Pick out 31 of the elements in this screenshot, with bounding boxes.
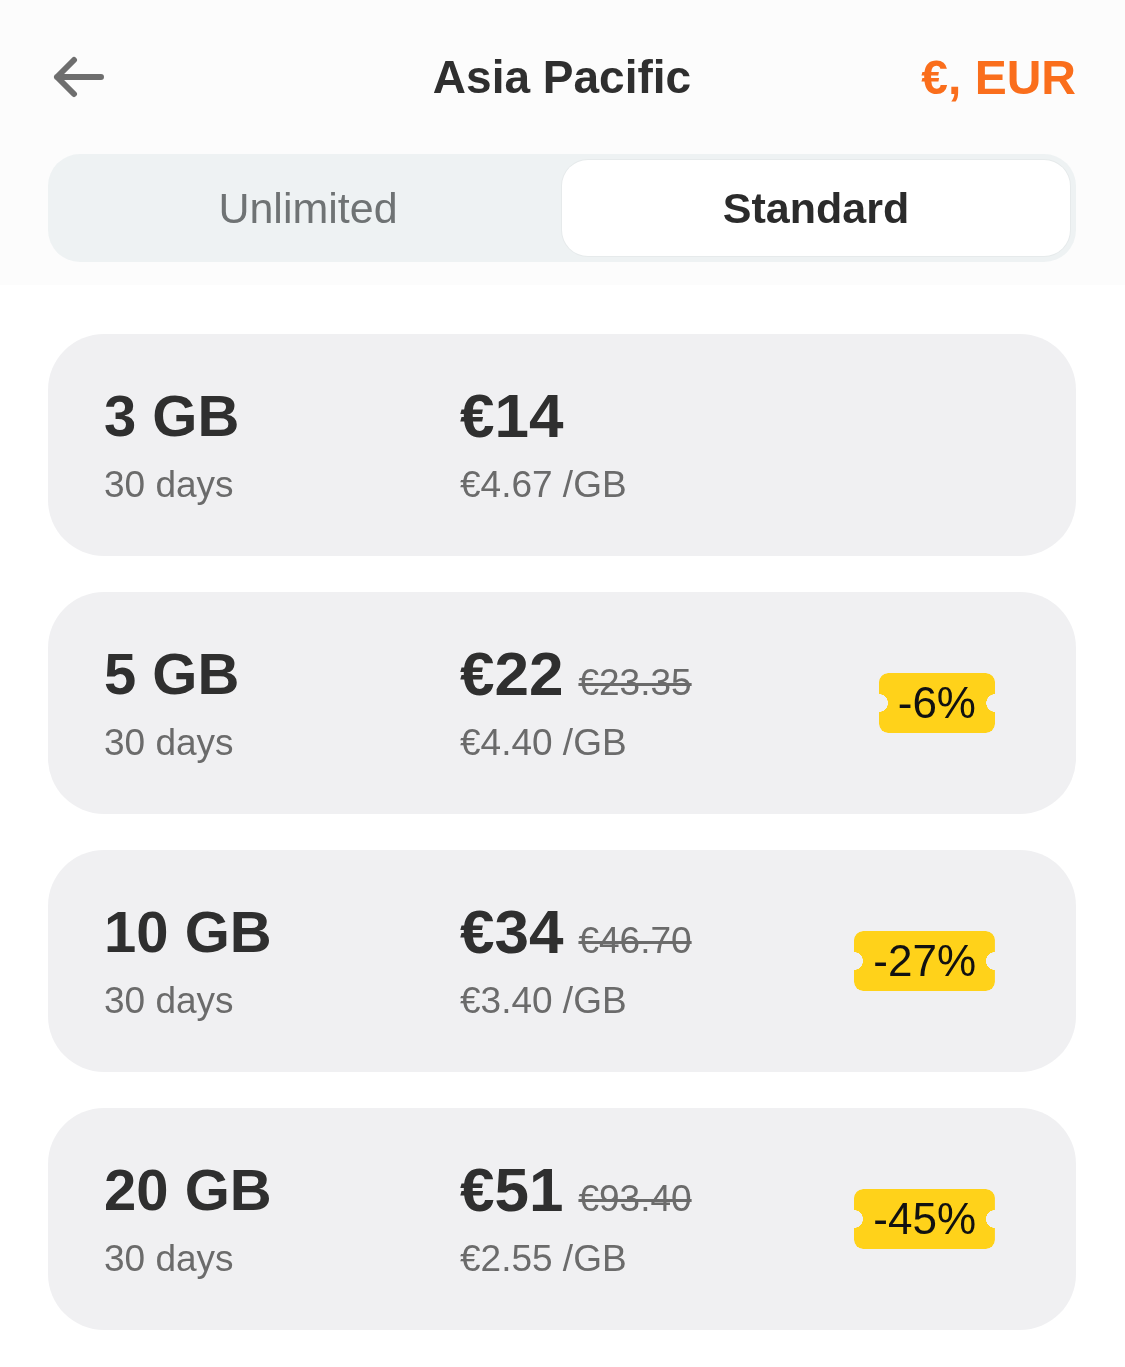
plan-price: €22 xyxy=(460,641,564,706)
price-per-gb: €4.40 /GB xyxy=(460,720,627,765)
plan-price: €51 xyxy=(460,1157,564,1222)
plan-duration: 30 days xyxy=(104,462,234,507)
data-amount: 5 GB xyxy=(104,641,240,706)
plan-type-tab[interactable]: Unlimited xyxy=(54,160,562,256)
data-amount: 20 GB xyxy=(104,1157,272,1222)
original-price: €23.35 xyxy=(578,661,692,704)
plan-duration: 30 days xyxy=(104,720,234,765)
plan-card[interactable]: 20 GB 30 days €51 €93.40 €2.55 /GB -45% xyxy=(48,1108,1076,1330)
price-per-gb: €4.67 /GB xyxy=(460,462,627,507)
plan-card[interactable]: 5 GB 30 days €22 €23.35 €4.40 /GB -6% xyxy=(48,592,1076,814)
discount-badge: -27% xyxy=(854,931,995,991)
original-price: €46.70 xyxy=(578,919,692,962)
plan-card[interactable]: 10 GB 30 days €34 €46.70 €3.40 /GB -27% xyxy=(48,850,1076,1072)
discount-badge: -6% xyxy=(878,673,995,733)
plan-price: €14 xyxy=(460,383,564,448)
plan-duration: 30 days xyxy=(104,978,234,1023)
plan-type-tab[interactable]: Standard xyxy=(562,160,1070,256)
back-arrow-icon xyxy=(52,56,104,98)
original-price: €93.40 xyxy=(578,1177,692,1220)
discount-badge: -45% xyxy=(854,1189,995,1249)
plan-duration: 30 days xyxy=(104,1236,234,1281)
data-amount: 3 GB xyxy=(104,383,240,448)
back-button[interactable] xyxy=(52,56,104,98)
plan-card[interactable]: 3 GB 30 days €14 €4.67 /GB xyxy=(48,334,1076,556)
data-amount: 10 GB xyxy=(104,899,272,964)
plan-price: €34 xyxy=(460,899,564,964)
price-per-gb: €2.55 /GB xyxy=(460,1236,627,1281)
price-per-gb: €3.40 /GB xyxy=(460,978,627,1023)
page-title: Asia Pacific xyxy=(432,50,692,104)
